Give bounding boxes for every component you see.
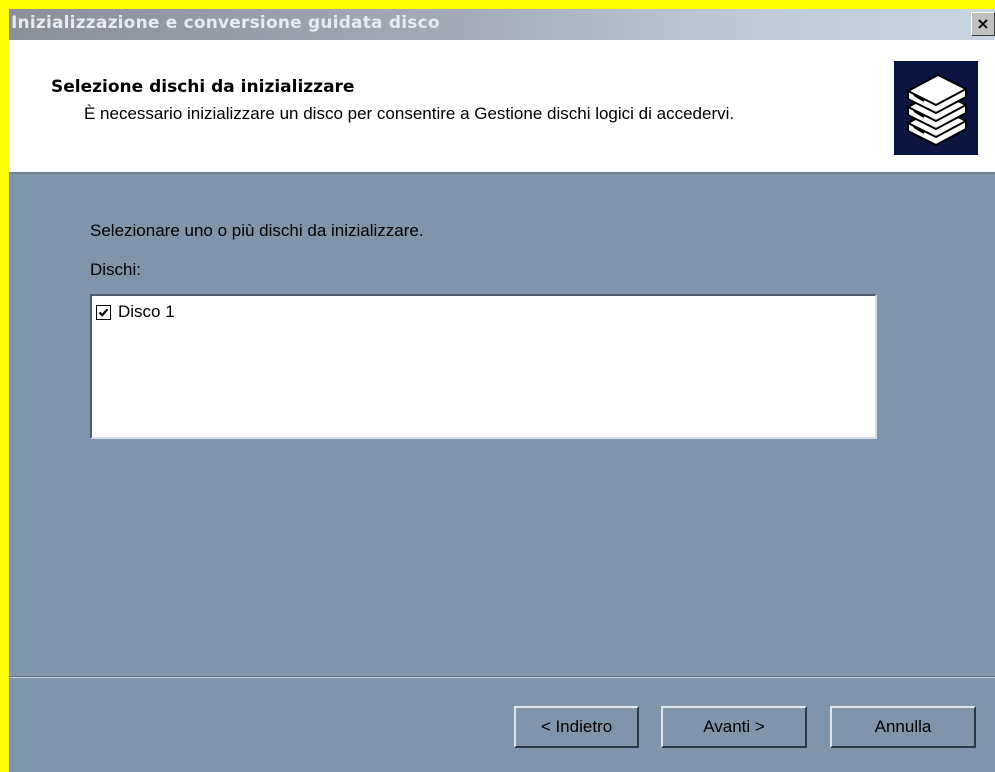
- disks-list-label: Dischi:: [90, 260, 142, 279]
- disks-list[interactable]: Disco 1: [90, 294, 877, 439]
- close-icon: ×: [976, 14, 990, 33]
- disk-checkbox[interactable]: [96, 304, 111, 320]
- page-subtitle: È necessario inizializzare un disco per …: [84, 104, 735, 123]
- disk-item-disco-1[interactable]: Disco 1: [96, 301, 175, 323]
- next-button[interactable]: Avanti >: [661, 706, 807, 748]
- close-button[interactable]: ×: [971, 12, 995, 36]
- title-bar[interactable]: Inizializzazione e conversione guidata d…: [9, 9, 995, 40]
- disk-label: Disco 1: [118, 302, 175, 321]
- checkmark-icon: [98, 307, 109, 317]
- wizard-dialog: Inizializzazione e conversione guidata d…: [9, 9, 995, 772]
- page-title: Selezione dischi da inizializzare: [51, 77, 355, 97]
- instruction-text: Selezionare uno o più dischi da iniziali…: [90, 221, 424, 240]
- footer-separator: [9, 676, 995, 678]
- wizard-header: Selezione dischi da inizializzare È nece…: [9, 40, 995, 174]
- wizard-content: Selezionare uno o più dischi da iniziali…: [9, 174, 995, 681]
- highlight-frame: Inizializzazione e conversione guidata d…: [0, 0, 995, 772]
- back-button[interactable]: < Indietro: [514, 706, 639, 748]
- cancel-button[interactable]: Annulla: [830, 706, 976, 748]
- window-title: Inizializzazione e conversione guidata d…: [11, 13, 440, 33]
- stacked-disks-icon: [894, 61, 978, 155]
